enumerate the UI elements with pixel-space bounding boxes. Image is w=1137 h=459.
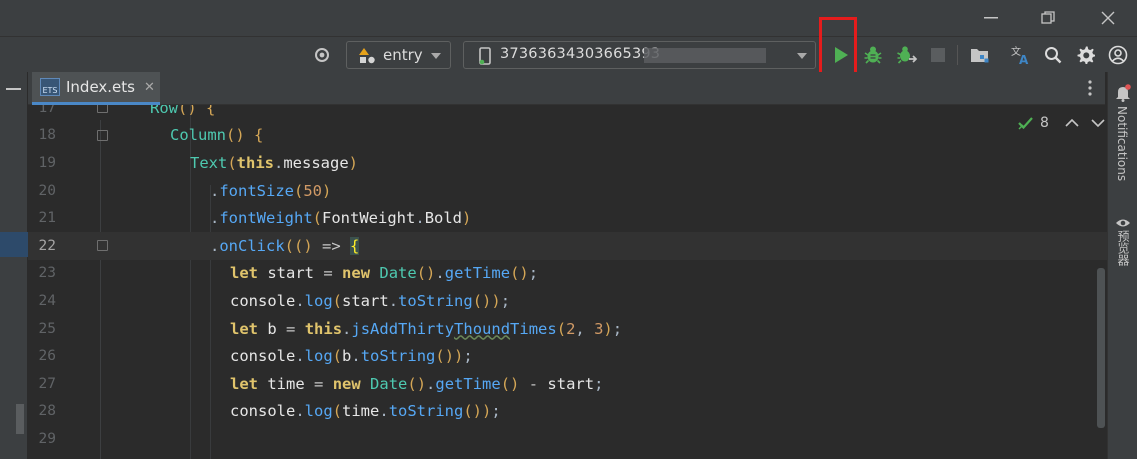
svg-text:A: A [1019, 53, 1029, 65]
code-text: console.log(start.toString()); [230, 291, 511, 310]
code-line: 18 Column() { [28, 122, 1107, 150]
code-text: Row() { [150, 105, 216, 117]
line-number: 22 [38, 237, 56, 254]
line-number: 17 [38, 105, 56, 116]
tab-label: Index.ets [66, 78, 135, 96]
tab-index-ets[interactable]: ETS Index.ets ✕ [32, 72, 160, 105]
check-icon [1018, 117, 1033, 130]
account-icon[interactable] [1106, 43, 1130, 67]
title-bar [0, 0, 1137, 36]
code-line: 21 .fontWeight(FontWeight.Bold) [28, 204, 1107, 232]
line-number: 18 [38, 127, 56, 144]
chevron-up-icon[interactable] [1065, 118, 1079, 128]
line-number: 19 [38, 154, 56, 171]
config-label: entry [383, 46, 423, 64]
line-number: 26 [38, 348, 56, 365]
line-number: 25 [38, 320, 56, 337]
line-number: 29 [38, 430, 56, 447]
code-text: Column() { [170, 126, 264, 145]
code-text: let time = new Date().getTime() - start; [230, 374, 604, 393]
phone-icon [478, 47, 492, 69]
code-text: .fontSize(50) [210, 181, 332, 200]
editor-scrollbar[interactable] [1097, 268, 1105, 428]
entry-config-icon [358, 47, 376, 69]
editor-tab-bar: ETS Index.ets ✕ [28, 72, 1105, 105]
translate-icon[interactable]: 文A [1009, 43, 1033, 67]
line-number: 27 [38, 375, 56, 392]
fold-icon[interactable] [97, 105, 108, 113]
selected-file-marker [0, 232, 28, 257]
panel-scrollbar[interactable] [16, 404, 24, 434]
code-line: 23 let start = new Date().getTime(); [28, 260, 1107, 288]
line-number: 28 [38, 403, 56, 420]
code-text: .onClick(() => { [210, 236, 360, 255]
inspection-widget[interactable]: 8 [1018, 115, 1105, 131]
inspection-count: 8 [1040, 115, 1049, 131]
code-line: 28 console.log(time.toString()); [28, 398, 1107, 426]
code-line: 24 console.log(start.toString()); [28, 287, 1107, 315]
line-number: 20 [38, 182, 56, 199]
notifications-bell-icon[interactable] [1115, 84, 1131, 106]
notifications-tab[interactable]: Notifications [1115, 106, 1129, 181]
chevron-down-icon[interactable] [1091, 118, 1105, 128]
collapse-panel-icon[interactable] [6, 88, 21, 90]
target-icon[interactable] [310, 43, 334, 67]
previewer-tab[interactable]: 预览器 [1115, 230, 1132, 266]
run-config-select[interactable]: entry [346, 41, 451, 69]
stop-icon[interactable] [926, 43, 950, 67]
minimize-icon[interactable] [960, 0, 1022, 36]
code-text: let b = this.jsAddThirtyThoundTimes(2, 3… [230, 319, 623, 338]
attach-debugger-icon[interactable] [895, 43, 919, 67]
device-select[interactable]: 37363634303665393 [463, 41, 816, 69]
device-id: 37363634303665393 [500, 46, 661, 62]
project-panel-strip [0, 72, 28, 459]
code-line: 27 let time = new Date().getTime() - sta… [28, 370, 1107, 398]
search-icon[interactable] [1041, 43, 1065, 67]
chevron-down-icon [797, 53, 807, 59]
code-line: 20 .fontSize(50) [28, 177, 1107, 205]
fold-icon[interactable] [97, 240, 108, 251]
main-toolbar: entry 37363634303665393 文A [0, 36, 1137, 72]
code-line: 29 [28, 425, 1107, 453]
chevron-down-icon [431, 53, 441, 59]
fold-icon[interactable] [97, 129, 108, 141]
code-line: 19 Text(this.message) [28, 149, 1107, 177]
code-line: 17 Row() { [28, 105, 1107, 122]
code-line: 26 console.log(b.toString()); [28, 342, 1107, 370]
gear-icon[interactable] [1074, 43, 1098, 67]
code-editor[interactable]: 17 Row() { 18 Column() { 19 Text(this.me… [28, 105, 1107, 459]
line-number: 21 [38, 210, 56, 227]
debug-icon[interactable] [861, 43, 885, 67]
code-text: Text(this.message) [190, 153, 359, 172]
right-tool-strip: Notifications 预览器 [1107, 72, 1137, 459]
more-tabs-icon[interactable] [1088, 80, 1092, 100]
ets-file-icon: ETS [40, 78, 60, 96]
redacted-device-id [644, 48, 766, 63]
toolbar-divider [957, 45, 958, 65]
close-window-icon[interactable] [1077, 0, 1137, 36]
code-text: let start = new Date().getTime(); [230, 264, 539, 283]
restore-icon[interactable] [1017, 0, 1079, 36]
code-line-current: 22 .onClick(() => { [28, 232, 1107, 260]
code-line: 25 let b = this.jsAddThirtyThoundTimes(2… [28, 315, 1107, 343]
code-text: .fontWeight(FontWeight.Bold) [210, 209, 472, 228]
close-tab-icon[interactable]: ✕ [144, 80, 155, 95]
code-text: console.log(b.toString()); [230, 347, 473, 366]
line-number: 23 [38, 265, 56, 282]
line-number: 24 [38, 292, 56, 309]
project-structure-icon[interactable] [968, 43, 992, 67]
code-text: console.log(time.toString()); [230, 402, 501, 421]
